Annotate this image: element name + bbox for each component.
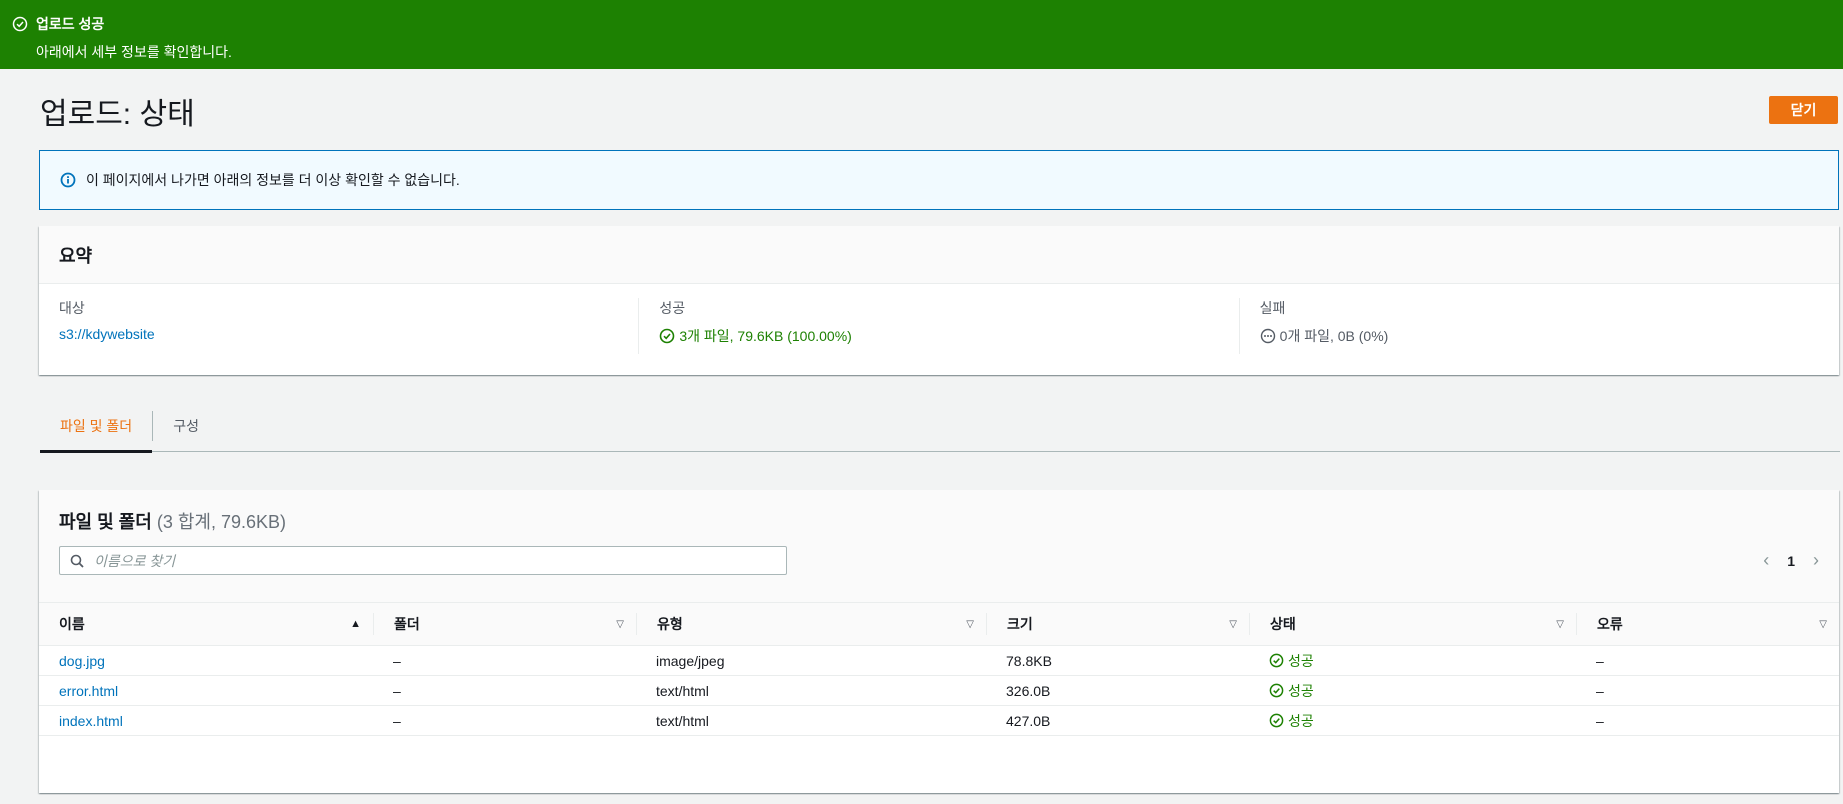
summary-failed: 실패 0개 파일, 0B (0%) <box>1238 298 1839 354</box>
summary-title: 요약 <box>39 226 1839 284</box>
files-count: (3 합계, 79.6KB) <box>156 512 286 532</box>
file-error: – <box>1596 712 1604 729</box>
file-name-link[interactable]: index.html <box>59 713 123 729</box>
flash-message: 아래에서 세부 정보를 확인합니다. <box>36 44 232 60</box>
column-header-status[interactable]: 상태 ▽ <box>1249 603 1576 646</box>
target-link[interactable]: s3://kdywebsite <box>59 326 155 342</box>
sort-icon: ▽ <box>1229 618 1237 630</box>
files-table-card: 파일 및 폴더 (3 합계, 79.6KB) ‹ 1 › <box>39 490 1839 793</box>
tab-files-and-folders[interactable]: 파일 및 폴더 <box>40 400 153 453</box>
tab-bar: 파일 및 폴더 구성 <box>40 400 1840 453</box>
target-label: 대상 <box>59 300 85 316</box>
check-circle-icon <box>1269 683 1284 698</box>
file-error: – <box>1596 652 1604 669</box>
check-circle-icon <box>12 16 28 32</box>
pagination: ‹ 1 › <box>1763 550 1819 571</box>
ellipsis-circle-icon <box>1260 328 1275 344</box>
close-button[interactable]: 닫기 <box>1769 96 1838 124</box>
current-page[interactable]: 1 <box>1787 553 1795 569</box>
tab-configuration[interactable]: 구성 <box>153 400 219 452</box>
info-alert: 이 페이지에서 나가면 아래의 정보를 더 이상 확인할 수 없습니다. <box>39 150 1839 210</box>
alert-message: 이 페이지에서 나가면 아래의 정보를 더 이상 확인할 수 없습니다. <box>86 172 460 188</box>
table-row: index.html – text/html 427.0B 성공 – <box>39 706 1839 736</box>
file-name-link[interactable]: dog.jpg <box>59 653 105 669</box>
sort-icon: ▽ <box>1556 618 1564 630</box>
summary-success: 성공 3개 파일, 79.6KB (100.00%) <box>638 298 1238 354</box>
file-name-link[interactable]: error.html <box>59 683 118 699</box>
check-circle-icon <box>1269 653 1284 668</box>
table-row: error.html – text/html 326.0B 성공 – <box>39 676 1839 706</box>
summary-target: 대상 s3://kdywebsite <box>39 298 638 354</box>
summary-card: 요약 대상 s3://kdywebsite 성공 3개 파일, 79.6KB (… <box>39 226 1839 375</box>
column-header-name[interactable]: 이름 ▲ <box>39 603 373 646</box>
chevron-right-icon[interactable]: › <box>1813 550 1819 571</box>
search-box <box>59 546 787 575</box>
failed-value: 0개 파일, 0B (0%) <box>1279 328 1389 344</box>
file-status: 성공 <box>1269 651 1556 671</box>
success-label: 성공 <box>659 300 686 316</box>
file-size: 78.8KB <box>1006 652 1052 669</box>
column-header-error[interactable]: 오류 ▽ <box>1576 603 1839 646</box>
files-title: 파일 및 폴더 <box>59 512 152 532</box>
file-size: 326.0B <box>1006 682 1051 699</box>
success-value: 3개 파일, 79.6KB (100.00%) <box>679 328 852 344</box>
failed-label: 실패 <box>1259 300 1286 316</box>
sort-icon: ▽ <box>616 618 624 630</box>
file-error: – <box>1596 682 1604 699</box>
info-icon <box>60 172 76 188</box>
file-type: image/jpeg <box>656 652 725 669</box>
page-content: 업로드: 상태 닫기 이 페이지에서 나가면 아래의 정보를 더 이상 확인할 … <box>0 69 1843 804</box>
column-header-folder[interactable]: 폴더 ▽ <box>373 603 636 646</box>
table-row: dog.jpg – image/jpeg 78.8KB 성공 – <box>39 646 1839 676</box>
files-table: 이름 ▲ 폴더 ▽ 유형 ▽ 크기 ▽ 상태 ▽ 오류 ▽ dog.jpg – image/… <box>39 602 1839 736</box>
file-status: 성공 <box>1269 681 1556 701</box>
table-header-row: 이름 ▲ 폴더 ▽ 유형 ▽ 크기 ▽ 상태 ▽ 오류 ▽ <box>39 602 1839 646</box>
file-folder: – <box>393 682 401 699</box>
file-type: text/html <box>656 682 709 699</box>
column-header-type[interactable]: 유형 ▽ <box>636 603 986 646</box>
success-flash-banner: 업로드 성공 아래에서 세부 정보를 확인합니다. <box>0 0 1843 69</box>
sort-icon: ▽ <box>1819 618 1827 630</box>
page-title: 업로드: 상태 <box>40 98 195 131</box>
file-status: 성공 <box>1269 711 1556 731</box>
files-table-title: 파일 및 폴더 (3 합계, 79.6KB) <box>59 508 286 534</box>
search-icon <box>70 554 84 568</box>
sort-icon: ▽ <box>966 618 974 630</box>
check-circle-icon <box>1269 713 1284 728</box>
file-folder: – <box>393 652 401 669</box>
column-header-size[interactable]: 크기 ▽ <box>986 603 1249 646</box>
file-size: 427.0B <box>1006 712 1051 729</box>
chevron-left-icon[interactable]: ‹ <box>1763 550 1769 571</box>
file-type: text/html <box>656 712 709 729</box>
sort-ascending-icon: ▲ <box>350 618 361 630</box>
check-circle-icon <box>660 328 675 344</box>
search-input[interactable] <box>92 551 772 570</box>
flash-title: 업로드 성공 <box>36 16 105 32</box>
file-folder: – <box>393 712 401 729</box>
